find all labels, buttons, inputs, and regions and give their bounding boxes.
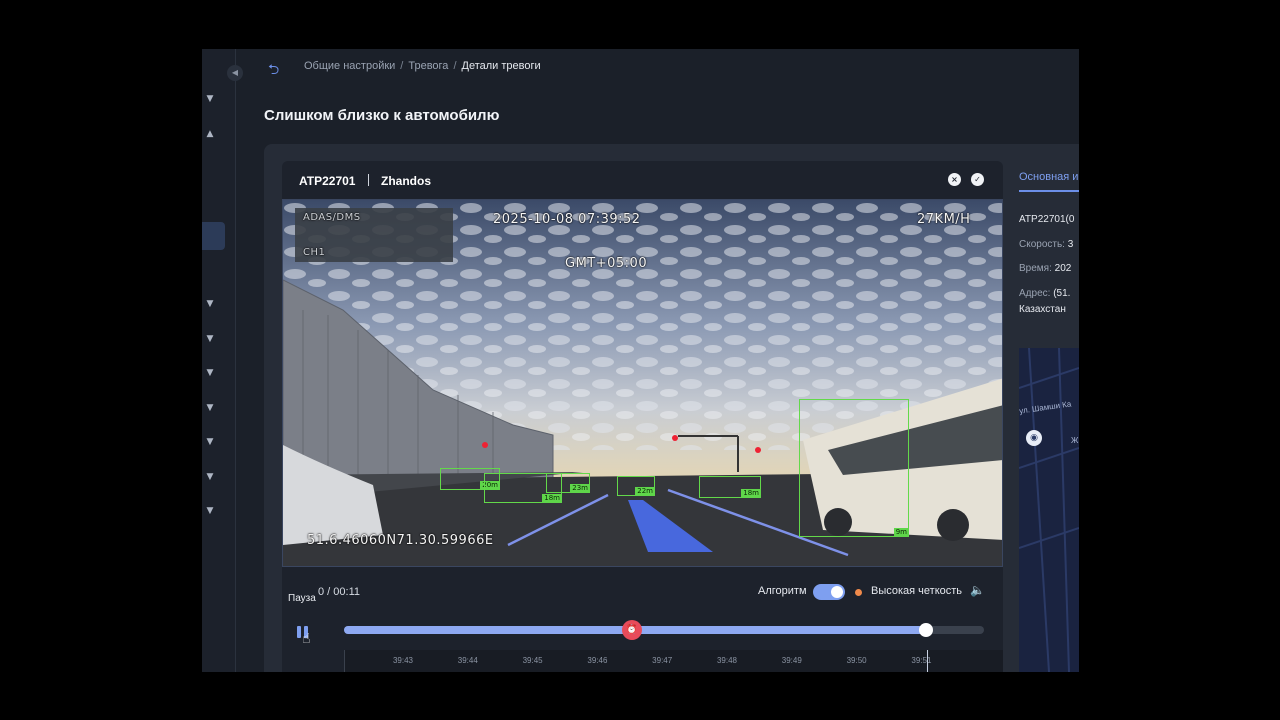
app-window: ▼ ▲ ▼ ▼ ▼ ▼ ▼ ▼ ▼ ◀ ⮌ Общие настройки / Тр… — [202, 49, 1079, 672]
tab-basic-info[interactable]: Основная и — [1019, 171, 1078, 183]
detection-box: 23m — [546, 473, 590, 493]
vehicle-plate: ATP22701 — [299, 174, 356, 188]
info-plate: ATP22701(0 — [1019, 214, 1075, 225]
breadcrumb-separator: / — [453, 60, 457, 72]
timeline-tick: 39:43 — [392, 656, 414, 665]
vehicle-location-pin-icon[interactable]: ◉ — [1026, 430, 1042, 446]
info-time-label: Время: — [1019, 263, 1052, 274]
detection-distance: 9m — [893, 528, 909, 537]
breadcrumb-item-alarm[interactable]: Тревога — [408, 60, 448, 72]
sidebar-group-9-chevron-down-icon[interactable]: ▼ — [204, 505, 216, 517]
breadcrumb-separator: / — [400, 60, 404, 72]
video-player: ATP22701 Zhandos × ✓ ADAS/DMS CH1 2025-1… — [282, 161, 1003, 672]
sidebar-active-item[interactable] — [202, 222, 225, 250]
tab-underline — [1019, 190, 1079, 192]
detection-box: 9m — [799, 399, 909, 537]
hd-quality-label[interactable]: Высокая четкость — [871, 585, 962, 597]
breadcrumb: Общие настройки / Тревога / Детали тревоги — [304, 60, 541, 72]
info-panel: Основная и ATP22701(0 Скорость: 3 Время:… — [1019, 161, 1079, 672]
sidebar-group-7-chevron-down-icon[interactable]: ▼ — [204, 436, 216, 448]
alarm-marker-icon[interactable]: ⏰ — [622, 620, 642, 640]
detection-distance: 18m — [741, 489, 761, 498]
info-speed-value: 3 — [1067, 239, 1074, 250]
sidebar-group-5-chevron-down-icon[interactable]: ▼ — [204, 367, 216, 379]
timeline-tick: 39:46 — [587, 656, 608, 665]
progress-handle[interactable] — [919, 623, 934, 637]
osd-speed: 27KM/H — [917, 212, 971, 227]
adas-logo: ADAS/DMS — [303, 212, 361, 223]
osd-datetime: 2025-10-08 07:39:52 — [493, 212, 641, 227]
close-icon[interactable]: × — [948, 173, 961, 186]
detection-box: 18m — [699, 476, 761, 498]
detection-distance: 18m — [542, 494, 562, 503]
mouse-cursor-icon: ☝ — [302, 631, 311, 647]
detection-box: 22m — [617, 476, 655, 496]
timeline-tick: 39:48 — [716, 656, 738, 665]
header-divider — [368, 174, 369, 186]
sidebar-group-3-chevron-down-icon[interactable]: ▼ — [204, 298, 216, 310]
osd-coordinates: 51.6.46060N71.30.59966E — [307, 533, 494, 548]
map-label: Ж — [1071, 436, 1079, 445]
detection-distance: 22m — [635, 487, 655, 496]
timeline-tick: 39:47 — [652, 656, 673, 665]
video-frame[interactable]: ADAS/DMS CH1 2025-10-08 07:39:52 27KM/H … — [282, 199, 1003, 567]
timeline[interactable]: 39:43 39:44 39:45 39:46 39:47 39:48 39:4… — [344, 650, 1003, 672]
confirm-check-icon[interactable]: ✓ — [971, 173, 984, 186]
sidebar: ▼ ▲ ▼ ▼ ▼ ▼ ▼ ▼ ▼ — [202, 49, 236, 672]
sidebar-group-8-chevron-down-icon[interactable]: ▼ — [204, 471, 216, 483]
player-header: ATP22701 Zhandos × ✓ — [282, 161, 1003, 199]
breadcrumb-item-settings[interactable]: Общие настройки — [304, 60, 395, 72]
pause-tooltip: Пауза — [288, 593, 316, 604]
sidebar-group-2-chevron-up-icon[interactable]: ▲ — [204, 128, 216, 140]
detection-distance: 23m — [570, 484, 590, 493]
sidebar-group-6-chevron-down-icon[interactable]: ▼ — [204, 402, 216, 414]
back-arrow-icon[interactable]: ⮌ — [268, 59, 279, 83]
timeline-tick: 39:45 — [522, 656, 543, 665]
sidebar-collapse-icon[interactable]: ◀ — [227, 65, 243, 81]
driver-name: Zhandos — [381, 174, 431, 188]
alarm-details-panel: ATP22701 Zhandos × ✓ ADAS/DMS CH1 2025-1… — [264, 144, 1079, 672]
page-title: Слишком близко к автомобилю — [264, 107, 500, 124]
timeline-cursor — [927, 650, 929, 672]
hd-status-dot — [855, 589, 862, 596]
osd-timezone: GMT+05:00 — [565, 256, 648, 271]
info-time-value: 202 — [1054, 263, 1072, 274]
info-speed-label: Скорость: — [1019, 239, 1065, 250]
progress-slider[interactable]: ⏰ — [344, 620, 984, 640]
camera-channel: CH1 — [303, 247, 326, 258]
info-address-value: (51. — [1053, 288, 1071, 299]
info-address-label: Адрес: — [1019, 288, 1051, 299]
breadcrumb-current: Детали тревоги — [461, 60, 541, 72]
algorithm-toggle[interactable] — [813, 584, 845, 600]
timeline-tick: 39:44 — [457, 656, 478, 665]
pause-bar — [297, 626, 301, 638]
playback-time: 0 / 00:11 — [318, 586, 360, 598]
sidebar-group-4-chevron-down-icon[interactable]: ▼ — [204, 333, 216, 345]
map-roads — [1019, 348, 1079, 672]
timeline-tick: 39:51 — [911, 656, 932, 665]
algorithm-label: Алгоритм — [758, 585, 807, 597]
info-address-country: Казахстан — [1019, 304, 1066, 315]
volume-icon[interactable]: 🔈 — [970, 583, 985, 597]
map[interactable]: ул. Шамши Ка ◉ Ж — [1019, 348, 1079, 672]
toggle-knob — [831, 586, 843, 598]
timeline-tick: 39:49 — [781, 656, 802, 665]
timeline-tick: 39:50 — [846, 656, 867, 665]
sidebar-group-1-chevron-down-icon[interactable]: ▼ — [204, 93, 216, 105]
